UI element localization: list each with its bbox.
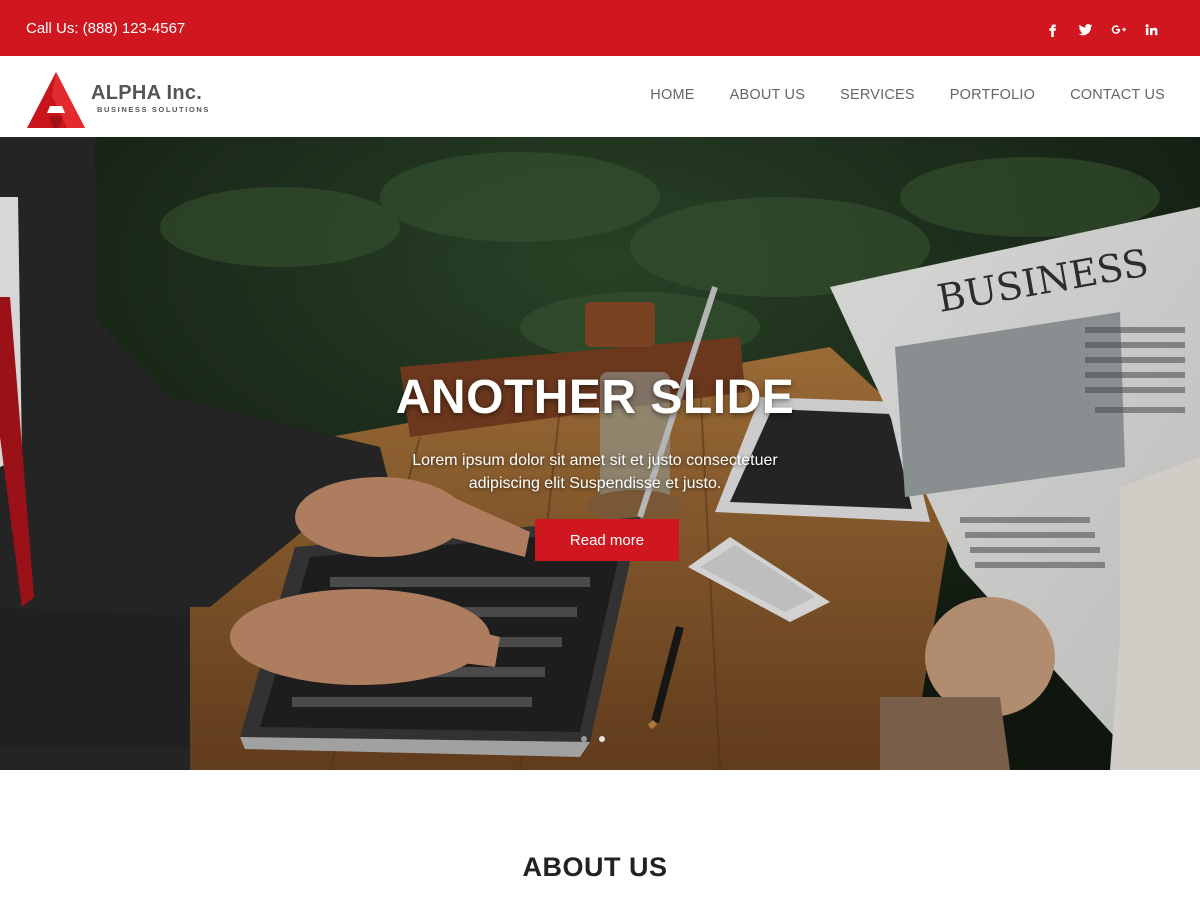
nav-about-us[interactable]: ABOUT US [730, 87, 805, 103]
twitter-icon[interactable] [1069, 18, 1102, 40]
slide-title: ANOTHER SLIDE [395, 371, 795, 424]
nav-services[interactable]: SERVICES [840, 87, 915, 103]
read-more-button[interactable]: Read more [535, 519, 679, 561]
main-nav: HOME ABOUT US SERVICES PORTFOLIO CONTACT… [615, 87, 1165, 103]
top-bar: Call Us: (888) 123-4567 [0, 0, 1200, 56]
nav-portfolio[interactable]: PORTFOLIO [950, 87, 1035, 103]
google-plus-icon[interactable] [1102, 18, 1135, 40]
slide-text: Lorem ipsum dolor sit amet sit et justo … [412, 452, 778, 492]
hero-slider: BUSINESS ANOTHER SLIDE Lorem ipsum dolor… [0, 137, 1200, 770]
logo[interactable]: ALPHA Inc. BUSINESS SOLUTIONS [27, 72, 217, 128]
nav-home[interactable]: HOME [650, 87, 694, 103]
slider-dot-active[interactable] [599, 736, 605, 742]
linkedin-icon[interactable] [1135, 18, 1168, 40]
phone-number: Call Us: (888) 123-4567 [26, 20, 186, 37]
slider-pagination [581, 736, 605, 742]
site-header: ALPHA Inc. BUSINESS SOLUTIONS HOME ABOUT… [0, 56, 1200, 137]
social-links [1036, 18, 1168, 40]
facebook-icon[interactable] [1036, 18, 1069, 40]
logo-tagline: BUSINESS SOLUTIONS [97, 105, 210, 114]
slider-dot[interactable] [581, 736, 587, 742]
logo-mark-icon [27, 72, 85, 128]
nav-contact-us[interactable]: CONTACT US [1070, 87, 1165, 103]
about-section-title: ABOUT US [522, 852, 668, 882]
logo-name: ALPHA Inc. [91, 82, 203, 104]
